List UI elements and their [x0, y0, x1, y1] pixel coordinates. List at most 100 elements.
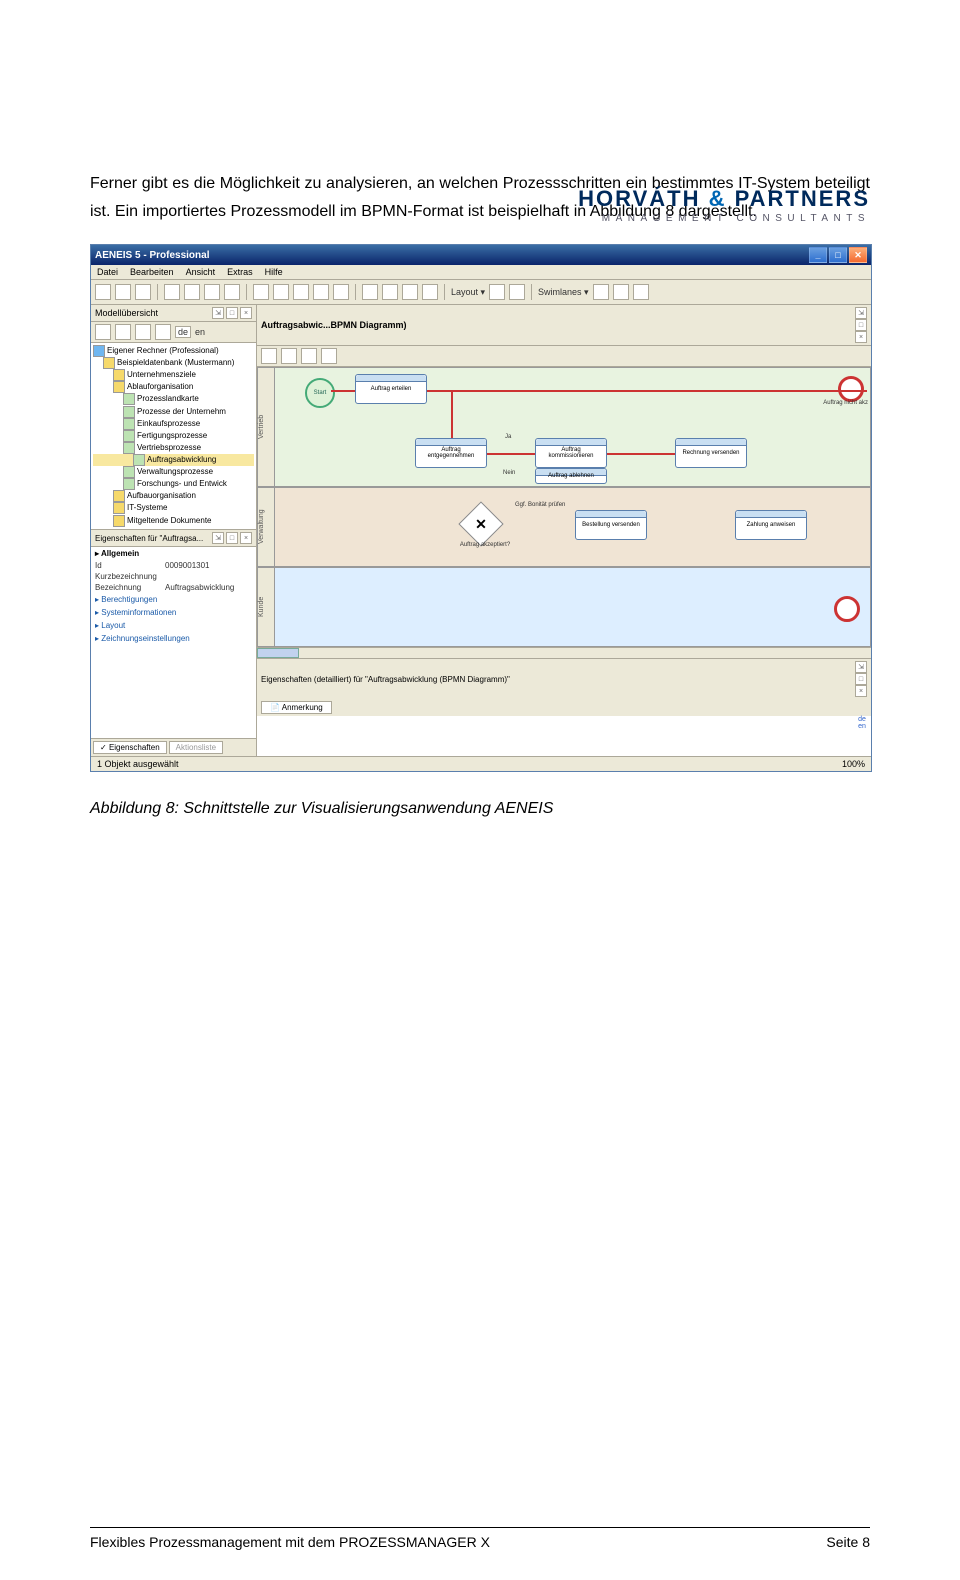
toolbar-zoom-icon[interactable]	[273, 284, 289, 300]
panel-pin-icon[interactable]: ⇲	[212, 307, 224, 319]
window-minimize-button[interactable]: _	[809, 247, 827, 263]
bpmn-gateway[interactable]: ✕	[458, 501, 503, 546]
menu-hilfe[interactable]: Hilfe	[265, 267, 283, 277]
bpmn-task-ablehnen[interactable]: Auftrag ablehnen	[535, 468, 607, 484]
toolbar-button[interactable]	[184, 284, 200, 300]
toolbar-button[interactable]	[95, 284, 111, 300]
toolbar-layout-dropdown[interactable]: Layout ▾	[451, 287, 485, 298]
bpmn-end-event[interactable]	[834, 596, 860, 622]
toolbar-button[interactable]	[164, 284, 180, 300]
page-footer: Flexibles Prozessmanagement mit dem PROZ…	[90, 1527, 870, 1550]
tree-node[interactable]: Vertriebsprozesse	[93, 442, 254, 454]
panel-min-icon[interactable]: □	[855, 673, 867, 685]
tree-node[interactable]: IT-Systeme	[93, 502, 254, 514]
menu-bearbeiten[interactable]: Bearbeiten	[130, 267, 174, 277]
tree-node[interactable]: Prozesslandkarte	[93, 393, 254, 405]
canvas-tool-icon[interactable]	[281, 348, 297, 364]
toolbar-button[interactable]	[135, 284, 151, 300]
tab-aktionsliste[interactable]: Aktionsliste	[169, 741, 223, 754]
panel-pin-icon[interactable]: ⇲	[855, 307, 867, 319]
properties-header: Eigenschaften für "Auftragsa...	[95, 534, 203, 543]
tree-node[interactable]: Eigener Rechner (Professional)	[93, 345, 254, 357]
bpmn-task-bestellung[interactable]: Bestellung versenden	[575, 510, 647, 540]
toolbar-zoom-icon[interactable]	[293, 284, 309, 300]
panel-min-icon[interactable]: □	[226, 532, 238, 544]
toolbar-button[interactable]	[224, 284, 240, 300]
menu-datei[interactable]: Datei	[97, 267, 118, 277]
lang-en-button[interactable]: en	[195, 327, 205, 337]
toolbar-swimlanes-dropdown[interactable]: Swimlanes ▾	[538, 287, 589, 298]
bpmn-diagram[interactable]: Vertrieb Start Auftrag erteilen Auftrag …	[257, 367, 871, 647]
panel-close-icon[interactable]: ×	[240, 532, 252, 544]
toolbar-button[interactable]	[593, 284, 609, 300]
sidebar-tool-icon[interactable]	[95, 324, 111, 340]
bpmn-task-kommissionieren[interactable]: Auftrag kommissionieren	[535, 438, 607, 468]
lang-de-button[interactable]: de	[175, 326, 191, 338]
bpmn-task-zahlung[interactable]: Zahlung anweisen	[735, 510, 807, 540]
sidebar-tool-icon[interactable]	[155, 324, 171, 340]
toolbar-button[interactable]	[613, 284, 629, 300]
panel-min-icon[interactable]: □	[855, 319, 867, 331]
panel-close-icon[interactable]: ×	[240, 307, 252, 319]
menu-ansicht[interactable]: Ansicht	[186, 267, 216, 277]
folder-icon	[113, 502, 125, 514]
property-row: BezeichnungAuftragsabwicklung	[91, 582, 256, 593]
toolbar-button[interactable]	[633, 284, 649, 300]
tree-node[interactable]: Verwaltungsprozesse	[93, 466, 254, 478]
canvas-tool-icon[interactable]	[261, 348, 277, 364]
property-section[interactable]: ▸ Zeichnungseinstellungen	[91, 632, 256, 645]
tree-node[interactable]: Mitgeltende Dokumente	[93, 515, 254, 527]
tree-node[interactable]: Einkaufsprozesse	[93, 418, 254, 430]
toolbar-arrow-icon[interactable]	[422, 284, 438, 300]
toolbar-button[interactable]	[489, 284, 505, 300]
scrollbar-thumb[interactable]	[257, 648, 299, 658]
toolbar-button[interactable]	[313, 284, 329, 300]
canvas-tool-icon[interactable]	[321, 348, 337, 364]
detail-lang-de[interactable]: de	[853, 716, 871, 723]
detail-tab-anmerkung[interactable]: 📄 Anmerkung	[261, 701, 332, 714]
toolbar-button[interactable]	[204, 284, 220, 300]
tree-node[interactable]: Unternehmensziele	[93, 369, 254, 381]
prop-group-allgemein[interactable]: ▸ Allgemein	[91, 547, 256, 560]
canvas-tab-title[interactable]: Auftragsabwic...BPMN Diagramm)	[261, 320, 407, 330]
toolbar-button[interactable]	[115, 284, 131, 300]
toolbar-zoom-icon[interactable]	[253, 284, 269, 300]
toolbar-button[interactable]	[509, 284, 525, 300]
bpmn-end-event[interactable]	[838, 376, 864, 402]
tree-node[interactable]: Beispieldatenbank (Mustermann)	[93, 357, 254, 369]
canvas-horizontal-scrollbar[interactable]	[257, 647, 871, 658]
toolbar-arrow-icon[interactable]	[402, 284, 418, 300]
toolbar-arrow-icon[interactable]	[362, 284, 378, 300]
property-section[interactable]: ▸ Systeminformationen	[91, 606, 256, 619]
model-tree[interactable]: Eigener Rechner (Professional)Beispielda…	[91, 343, 256, 529]
tree-node[interactable]: Fertigungsprozesse	[93, 430, 254, 442]
property-section[interactable]: ▸ Berechtigungen	[91, 593, 256, 606]
sidebar-tool-icon[interactable]	[115, 324, 131, 340]
panel-pin-icon[interactable]: ⇲	[855, 661, 867, 673]
bpmn-task-entgegennehmen[interactable]: Auftrag entgegennehmen	[415, 438, 487, 468]
bpmn-task-rechnung[interactable]: Rechnung versenden	[675, 438, 747, 468]
bpmn-start-event[interactable]: Start	[305, 378, 335, 408]
toolbar-arrow-icon[interactable]	[382, 284, 398, 300]
sidebar-tool-icon[interactable]	[135, 324, 151, 340]
panel-close-icon[interactable]: ×	[855, 685, 867, 697]
bpmn-task-auftrag-erteilen[interactable]: Auftrag erteilen	[355, 374, 427, 404]
bpmn-label-bonitaet: Ggf. Bonität prüfen	[515, 502, 565, 508]
tab-eigenschaften[interactable]: ✓ Eigenschaften	[93, 741, 167, 754]
window-maximize-button[interactable]: □	[829, 247, 847, 263]
canvas-tool-icon[interactable]	[301, 348, 317, 364]
property-section[interactable]: ▸ Layout	[91, 619, 256, 632]
tree-node[interactable]: Forschungs- und Entwick	[93, 478, 254, 490]
menu-extras[interactable]: Extras	[227, 267, 253, 277]
panel-close-icon[interactable]: ×	[855, 331, 867, 343]
tree-node[interactable]: Ablauforganisation	[93, 381, 254, 393]
panel-pin-icon[interactable]: ⇲	[212, 532, 224, 544]
window-close-button[interactable]: ✕	[849, 247, 867, 263]
detail-lang-en[interactable]: en	[853, 723, 871, 730]
toolbar-button[interactable]	[333, 284, 349, 300]
tree-node[interactable]: Aufbauorganisation	[93, 490, 254, 502]
tree-node[interactable]: Prozesse der Unternehm	[93, 406, 254, 418]
tree-node-label: Beispieldatenbank (Mustermann)	[117, 358, 234, 367]
panel-min-icon[interactable]: □	[226, 307, 238, 319]
tree-node[interactable]: Auftragsabwicklung	[93, 454, 254, 466]
